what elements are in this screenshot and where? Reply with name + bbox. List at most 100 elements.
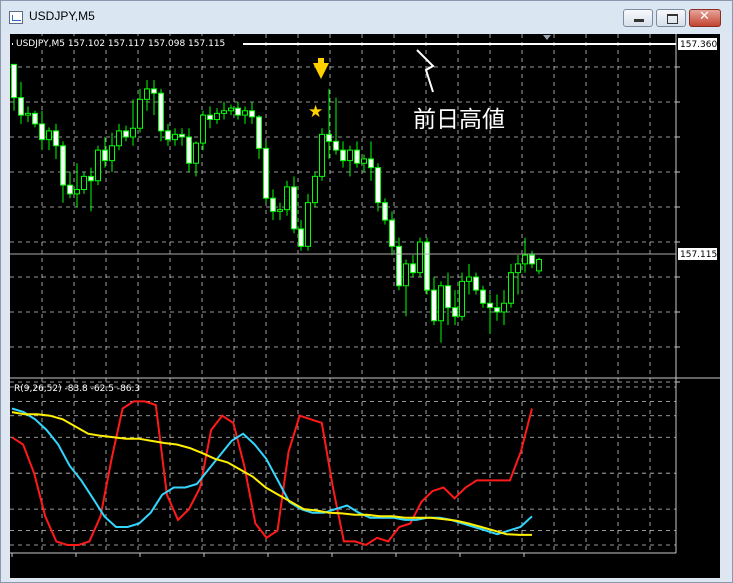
- candle-body: [375, 167, 381, 204]
- candle-body: [522, 254, 528, 265]
- candle-body: [452, 307, 458, 317]
- time-tick-label: 3 Jun 02:35: [266, 559, 317, 569]
- time-tick-label: 3 Jun 04:35: [458, 559, 509, 569]
- candle-body: [536, 259, 542, 272]
- candle-body: [228, 107, 234, 112]
- candle-body: [417, 241, 423, 274]
- candle-body: [298, 228, 304, 247]
- candle-body: [95, 149, 101, 182]
- arrow-down-icon-stem: [318, 58, 324, 67]
- star-icon: ★: [308, 102, 323, 122]
- annotation-text: 前日高値: [413, 107, 505, 133]
- candle-body: [242, 110, 248, 116]
- candle-body: [151, 88, 157, 94]
- candle-body: [165, 130, 171, 141]
- price-tick-label: 157.215: [681, 168, 718, 178]
- price-tick-label: 157.175: [681, 203, 718, 213]
- candle-body: [424, 241, 430, 291]
- high-price-label: 157.360: [680, 40, 717, 50]
- candle-body: [235, 107, 241, 116]
- chart-header: USDJPY,M5 157.102 157.117 157.098 157.11…: [16, 39, 225, 49]
- candle-body: [515, 263, 521, 274]
- oscillator-tick-label: -50: [681, 505, 696, 515]
- candle-body: [305, 202, 311, 247]
- time-tick-label: 3 Jun 05:15: [522, 559, 573, 569]
- candle-body: [291, 186, 297, 230]
- price-tick-label: 157.015: [681, 343, 718, 353]
- candle-body: [200, 114, 206, 144]
- candle-body: [284, 186, 290, 211]
- candle-body: [396, 245, 402, 287]
- time-tick-label: 31 May 2024: [10, 559, 69, 569]
- time-tick-label: 3 Jun 03:55: [394, 559, 445, 569]
- candle-body: [214, 112, 220, 120]
- candle-body: [186, 136, 192, 164]
- candle-body: [382, 202, 388, 221]
- candle-body: [445, 285, 451, 309]
- candle-body: [410, 263, 416, 274]
- candle-body: [326, 133, 332, 142]
- candle-body: [466, 276, 472, 282]
- candle-body: [193, 142, 199, 164]
- candle-body: [109, 145, 115, 162]
- candle-body: [494, 307, 500, 313]
- oscillator-tick-label: 100: [681, 397, 698, 407]
- time-tick-label: 3 Jun 03:15: [330, 559, 381, 569]
- price-tick-label: 157.135: [681, 238, 718, 248]
- candle-body: [256, 116, 262, 149]
- candle-body: [18, 97, 24, 116]
- candle-body: [116, 130, 122, 147]
- candle-body: [361, 158, 367, 164]
- price-tick-label: 157.095: [681, 273, 718, 283]
- candle-body: [179, 133, 185, 138]
- candle-body: [340, 149, 346, 162]
- candle-body: [438, 285, 444, 322]
- candle-body: [53, 130, 59, 147]
- candle-body: [81, 175, 87, 190]
- candle-body: [263, 147, 269, 199]
- time-tick-label: 3 Jun 01:55: [202, 559, 253, 569]
- candle-body: [368, 158, 374, 169]
- oscillator-tick-label: 50: [681, 433, 693, 443]
- candle-body: [277, 209, 283, 212]
- candle-body: [130, 127, 136, 138]
- candle-body: [270, 197, 276, 212]
- candle-body: [480, 289, 486, 304]
- candle-body: [123, 130, 129, 138]
- candle-body: [354, 149, 360, 164]
- candle-body: [389, 219, 395, 247]
- candle-body: [508, 272, 514, 304]
- candle-body: [312, 175, 318, 204]
- price-tick-label: 157.255: [681, 133, 718, 143]
- candle-body: [88, 175, 94, 182]
- candle-body: [172, 133, 178, 141]
- oscillator-tick-label: 0.00: [681, 469, 701, 479]
- candle-body: [46, 130, 52, 141]
- candle-body: [403, 263, 409, 287]
- candle-body: [39, 123, 45, 141]
- indicator-label: R(9,26,52) -83.8 -62.5 -86.3: [14, 384, 140, 394]
- time-tick-label: 3 Jun 01:15: [138, 559, 189, 569]
- candle-body: [249, 110, 255, 118]
- chart-background: [10, 34, 720, 578]
- candle-body: [102, 149, 108, 162]
- chart-canvas[interactable]: USDJPY,M5 157.102 157.117 157.098 157.11…: [0, 0, 733, 583]
- candle-body: [459, 280, 465, 317]
- candle-body: [333, 140, 339, 151]
- oscillator-tick-label: -100: [681, 541, 702, 551]
- candle-body: [319, 133, 325, 177]
- candle-body: [158, 92, 164, 132]
- candle-body: [487, 302, 493, 309]
- price-tick-label: 157.335: [681, 63, 718, 73]
- candle-body: [144, 88, 150, 100]
- candle-body: [74, 189, 80, 195]
- time-tick-label: 3 Jun 00:35: [74, 559, 125, 569]
- candle-body: [529, 254, 535, 265]
- candle-body: [137, 98, 143, 129]
- candle-body: [67, 184, 73, 195]
- candle-body: [32, 112, 38, 125]
- price-tick-label: 157.295: [681, 98, 718, 108]
- candle-body: [347, 149, 353, 162]
- candle-body: [501, 302, 507, 313]
- candle-body: [207, 114, 213, 120]
